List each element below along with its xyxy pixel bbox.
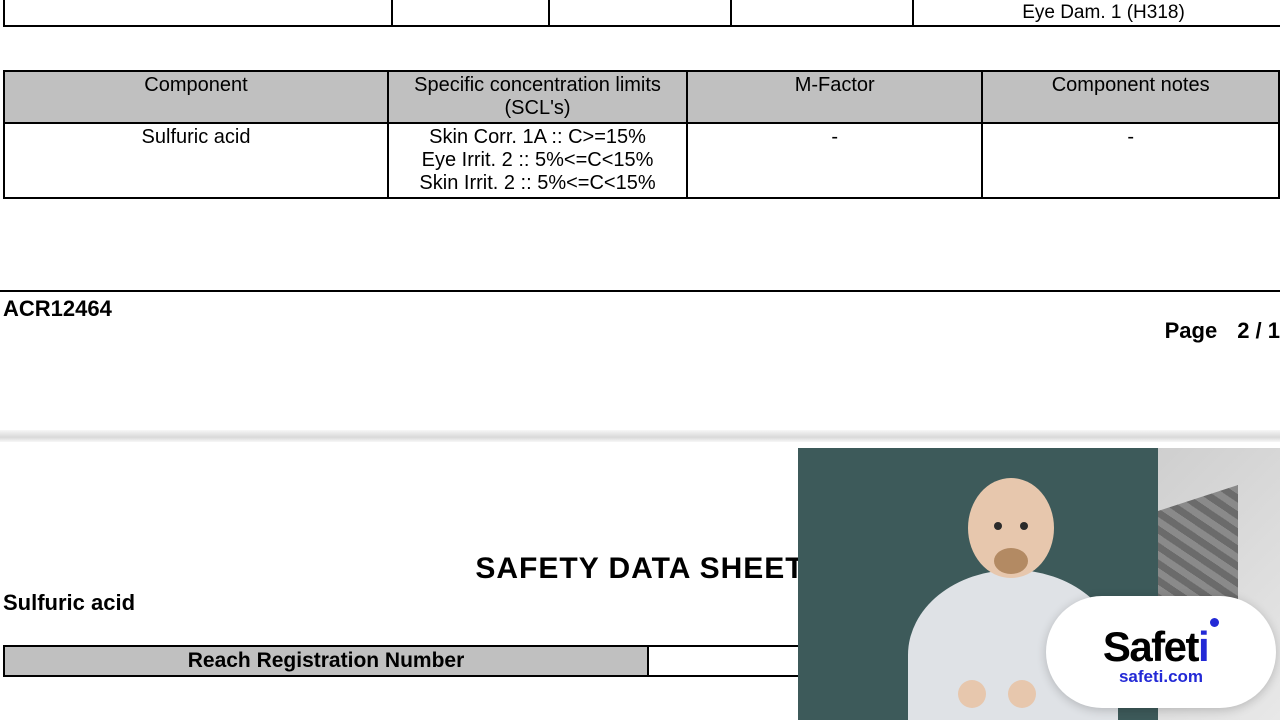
td-scls: Skin Corr. 1A :: C>=15% Eye Irrit. 2 :: … (388, 123, 687, 198)
prev-cell-4 (732, 0, 914, 27)
table-header-row: Component Specific concentration limits … (4, 71, 1279, 123)
th-scls: Specific concentration limits (SCL's) (388, 71, 687, 123)
document-id: ACR12464 (3, 296, 112, 322)
reach-header: Reach Registration Number (5, 647, 649, 675)
scl-line: Eye Irrit. 2 :: 5%<=C<15% (395, 149, 680, 172)
td-mfactor: - (687, 123, 982, 198)
page: Eye Dam. 1 (H318) Component Specific con… (0, 0, 1280, 720)
brand-logo: Safeti (1103, 618, 1219, 671)
page-divider (0, 290, 1280, 292)
scl-line: Skin Irrit. 2 :: 5%<=C<15% (395, 172, 680, 195)
brand-site: safeti.com (1119, 667, 1203, 687)
td-component: Sulfuric acid (4, 123, 388, 198)
scl-table: Component Specific concentration limits … (3, 70, 1280, 199)
brand-black: Safet (1103, 623, 1198, 670)
table-row: Sulfuric acid Skin Corr. 1A :: C>=15% Ey… (4, 123, 1279, 198)
page-label: Page (1165, 318, 1218, 343)
th-notes: Component notes (982, 71, 1279, 123)
scl-line: Skin Corr. 1A :: C>=15% (395, 126, 680, 149)
eye-icon (994, 522, 1002, 530)
chemical-name: Sulfuric acid (3, 590, 135, 616)
brand-blue: i (1198, 623, 1208, 670)
prev-cell-3 (550, 0, 732, 27)
prev-table-last-row: Eye Dam. 1 (H318) (3, 0, 1280, 27)
prev-cell-1 (5, 0, 393, 27)
td-notes: - (982, 123, 1279, 198)
brand-pill: Safeti safeti.com (1046, 596, 1276, 708)
prev-cell-2 (393, 0, 550, 27)
prev-cell-5: Eye Dam. 1 (H318) (914, 0, 1280, 27)
page-gap (0, 430, 1280, 442)
brand-dot-icon (1210, 618, 1219, 627)
presenter-overlay: Safeti safeti.com (798, 448, 1280, 720)
th-component: Component (4, 71, 388, 123)
presenter-hand (1008, 680, 1036, 708)
eye-icon (1020, 522, 1028, 530)
presenter-hand (958, 680, 986, 708)
th-mfactor: M-Factor (687, 71, 982, 123)
presenter-head (968, 478, 1054, 578)
page-value: 2 / 1 (1237, 318, 1280, 343)
page-number: Page 2 / 1 (1165, 318, 1280, 344)
